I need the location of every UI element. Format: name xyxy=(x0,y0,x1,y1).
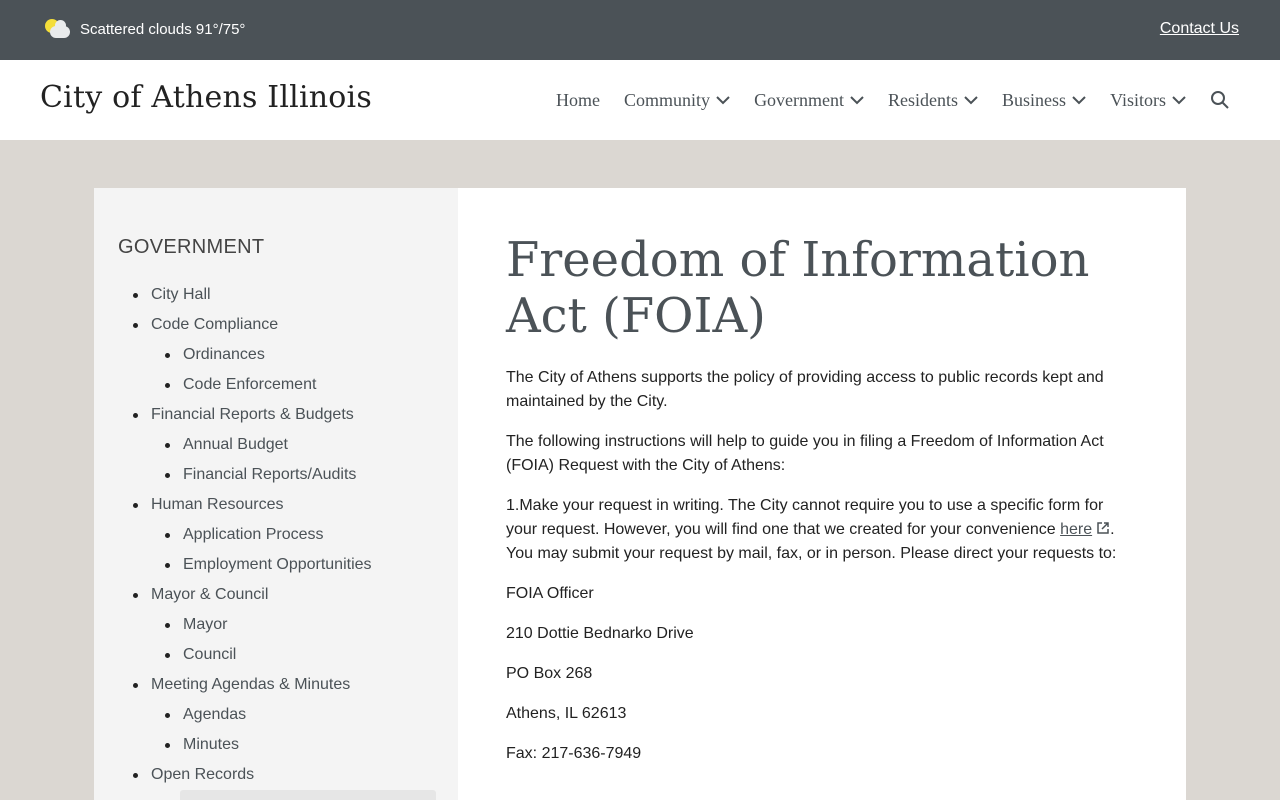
sidebar-item-label: Ordinances xyxy=(183,346,265,363)
nav-community[interactable]: Community xyxy=(624,90,730,111)
bullet-icon xyxy=(165,743,170,748)
bullet-icon xyxy=(165,533,170,538)
nav-label: Business xyxy=(1002,89,1067,110)
bullet-icon xyxy=(133,323,138,328)
sidebar-item-label: Annual Budget xyxy=(183,436,288,453)
sidebar-item-label: Council xyxy=(183,646,237,663)
nav-government[interactable]: Government xyxy=(754,90,864,111)
sidebar-item-label: Financial Reports/Audits xyxy=(183,466,357,483)
bullet-icon xyxy=(133,683,138,688)
site-title[interactable]: City of Athens Illinois xyxy=(40,80,372,115)
step-1-paragraph: 1.Make your request in writing. The City… xyxy=(506,494,1136,566)
main-nav: Home Community Government Residents Busi… xyxy=(556,60,1230,140)
search-icon[interactable] xyxy=(1210,90,1230,110)
sidebar-item[interactable]: Open Records xyxy=(94,760,372,790)
bullet-icon xyxy=(165,563,170,568)
sidebar-list: City Hall Code Compliance Ordinances Code E… xyxy=(94,280,372,790)
sidebar-item[interactable]: Council xyxy=(94,640,372,670)
instructions-paragraph: The following instructions will help to … xyxy=(506,433,1104,474)
nav-label: Residents xyxy=(888,89,959,110)
sidebar-item[interactable]: Code Compliance xyxy=(94,310,372,340)
bullet-icon xyxy=(133,773,138,778)
address-line: PO Box 268 xyxy=(506,665,593,682)
bullet-icon xyxy=(165,353,170,358)
chevron-down-icon xyxy=(716,96,730,105)
utility-bar: Scattered clouds 91°/75° Contact Us xyxy=(0,0,1280,60)
nav-business[interactable]: Business xyxy=(1002,90,1086,111)
address-line: FOIA Officer xyxy=(506,585,594,602)
sidebar-item-label: Code Compliance xyxy=(151,316,279,333)
site-header: City of Athens Illinois Home Community G… xyxy=(0,60,1280,140)
nav-label: Visitors xyxy=(1110,89,1166,110)
sidebar-item-label: Open Records xyxy=(151,766,255,783)
sidebar-item[interactable]: City Hall xyxy=(94,280,372,310)
address-line: Athens, IL 62613 xyxy=(506,705,627,722)
sidebar-item[interactable]: Ordinances xyxy=(94,340,372,370)
bullet-icon xyxy=(165,443,170,448)
sidebar-item-label: Code Enforcement xyxy=(183,376,317,393)
sidebar-item[interactable]: Code Enforcement xyxy=(94,370,372,400)
nav-residents[interactable]: Residents xyxy=(888,90,978,111)
sidebar-item[interactable]: Financial Reports/Audits xyxy=(94,460,372,490)
sidebar-item[interactable]: Agendas xyxy=(94,700,372,730)
bullet-icon xyxy=(133,293,138,298)
bullet-icon xyxy=(165,473,170,478)
sidebar-item[interactable]: Minutes xyxy=(94,730,372,760)
sidebar-item[interactable]: Mayor & Council xyxy=(94,580,372,610)
sidebar-item-label: Human Resources xyxy=(151,496,284,513)
external-link-icon xyxy=(1097,522,1109,534)
sidebar-item-label: City Hall xyxy=(151,286,211,303)
bullet-icon xyxy=(165,653,170,658)
step-1-text: 1.Make your request in writing. The City… xyxy=(506,497,1104,538)
bullet-icon xyxy=(133,503,138,508)
content-card: GOVERNMENT City Hall Code Compliance Ordin… xyxy=(94,188,1186,800)
chevron-down-icon xyxy=(964,96,978,105)
chevron-down-icon xyxy=(1072,96,1086,105)
nav-label: Community xyxy=(624,89,711,110)
contact-us-link[interactable]: Contact Us xyxy=(1160,20,1239,38)
page-body: The City of Athens supports the policy o… xyxy=(506,366,1136,782)
sidebar-highlight xyxy=(180,790,436,800)
weather-widget: Scattered clouds 91°/75° xyxy=(44,18,245,40)
sidebar-item[interactable]: Application Process xyxy=(94,520,372,550)
sidebar-item-label: Application Process xyxy=(183,526,324,543)
bullet-icon xyxy=(165,383,170,388)
nav-visitors[interactable]: Visitors xyxy=(1110,90,1186,111)
sidebar-item[interactable]: Mayor xyxy=(94,610,372,640)
sidebar-item-label: Employment Opportunities xyxy=(183,556,372,573)
bullet-icon xyxy=(165,623,170,628)
address-line: 210 Dottie Bednarko Drive xyxy=(506,625,694,642)
bullet-icon xyxy=(133,413,138,418)
sidebar-item[interactable]: Employment Opportunities xyxy=(94,550,372,580)
sidebar-heading[interactable]: GOVERNMENT xyxy=(118,236,264,259)
nav-home[interactable]: Home xyxy=(556,90,600,111)
chevron-down-icon xyxy=(1172,96,1186,105)
intro-paragraph: The City of Athens supports the policy o… xyxy=(506,369,1104,410)
bullet-icon xyxy=(133,593,138,598)
form-link[interactable]: here xyxy=(1060,521,1092,538)
sidebar-item[interactable]: Financial Reports & Budgets xyxy=(94,400,372,430)
sidebar-item-label: Mayor & Council xyxy=(151,586,269,603)
fax-line: Fax: 217-636-7949 xyxy=(506,745,642,762)
nav-label: Government xyxy=(754,89,845,110)
sidebar-item-label: Minutes xyxy=(183,736,240,753)
sidebar: GOVERNMENT City Hall Code Compliance Ordin… xyxy=(94,188,458,800)
sidebar-item-label: Mayor xyxy=(183,616,228,633)
sidebar-item[interactable]: Annual Budget xyxy=(94,430,372,460)
sidebar-item[interactable]: Human Resources xyxy=(94,490,372,520)
chevron-down-icon xyxy=(850,96,864,105)
sidebar-item[interactable]: Meeting Agendas & Minutes xyxy=(94,670,372,700)
partly-cloudy-icon xyxy=(44,18,72,40)
page-title: Freedom of Information Act (FOIA) xyxy=(506,232,1090,344)
bullet-icon xyxy=(165,713,170,718)
nav-label: Home xyxy=(556,89,601,110)
weather-text: Scattered clouds 91°/75° xyxy=(80,20,246,38)
sidebar-item-label: Financial Reports & Budgets xyxy=(151,406,354,423)
sidebar-item-label: Meeting Agendas & Minutes xyxy=(151,676,351,693)
sidebar-item-label: Agendas xyxy=(183,706,247,723)
